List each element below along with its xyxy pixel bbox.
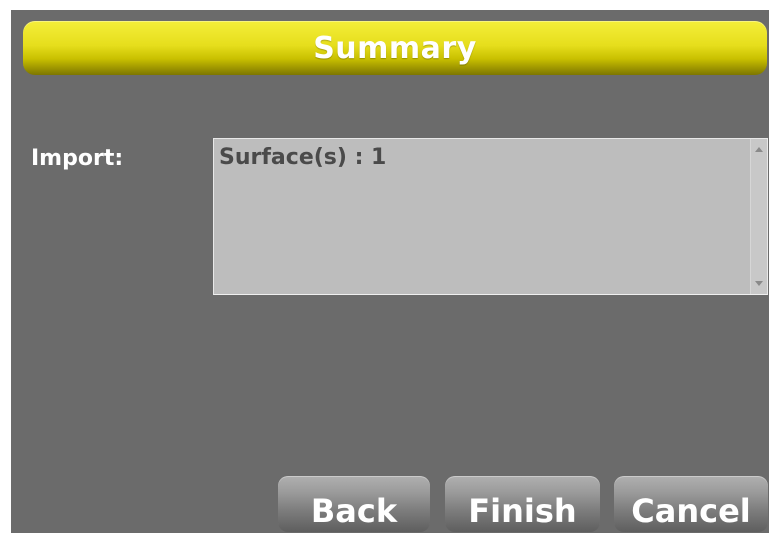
summary-dialog: Summary Import: Surface(s) : 1 Back Fini… [11,10,769,533]
import-label: Import: [31,146,124,171]
scroll-down-icon[interactable] [755,281,763,286]
scroll-up-icon[interactable] [755,147,763,152]
back-button[interactable]: Back [278,476,430,532]
back-button-label: Back [310,492,398,530]
vertical-scrollbar[interactable] [750,139,767,294]
import-summary-text: Surface(s) : 1 [219,145,387,170]
cancel-button[interactable]: Cancel [614,476,768,532]
import-summary-textarea[interactable]: Surface(s) : 1 [213,138,768,295]
dialog-title: Summary [313,30,477,66]
title-bar: Summary [23,21,767,75]
finish-button[interactable]: Finish [445,476,600,532]
cancel-button-label: Cancel [631,492,751,530]
finish-button-label: Finish [468,492,577,530]
